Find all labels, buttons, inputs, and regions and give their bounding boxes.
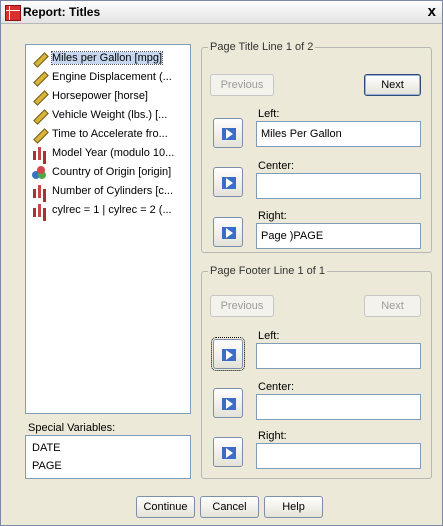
arrow-right-icon xyxy=(222,227,236,239)
variable-item-cylrec[interactable]: cylrec = 1 | cylrec = 2 (... xyxy=(32,203,172,219)
variable-item-mpg[interactable]: Miles per Gallon [mpg] xyxy=(32,51,164,67)
title-bar: Report: Titles x xyxy=(1,1,442,24)
title-center-move-button[interactable] xyxy=(213,167,243,197)
title-left-move-button[interactable] xyxy=(213,118,243,148)
footer-center-label: Center: xyxy=(258,381,295,393)
window-title: Report: Titles xyxy=(23,5,101,19)
special-variables-list[interactable]: DATE PAGE xyxy=(25,435,191,479)
variable-item-origin[interactable]: Country of Origin [origin] xyxy=(32,165,171,181)
variable-label: Country of Origin [origin] xyxy=(52,166,172,178)
scale-ruler-icon xyxy=(32,70,46,84)
variable-label: Time to Accelerate fro... xyxy=(52,128,168,140)
variable-list[interactable]: Miles per Gallon [mpg] Engine Displaceme… xyxy=(25,44,191,414)
title-left-input[interactable] xyxy=(256,121,421,147)
continue-button[interactable]: Continue xyxy=(136,496,195,518)
variable-label: Number of Cylinders [c... xyxy=(52,185,174,197)
variable-item-horse[interactable]: Horsepower [horse] xyxy=(32,89,148,105)
title-center-label: Center: xyxy=(258,160,295,172)
scale-ruler-icon xyxy=(32,89,46,103)
variable-label: Model Year (modulo 10... xyxy=(52,147,175,159)
variable-label: cylrec = 1 | cylrec = 2 (... xyxy=(52,204,172,216)
scale-ruler-icon xyxy=(32,108,46,122)
footer-left-move-button[interactable] xyxy=(211,337,245,371)
arrow-right-icon xyxy=(222,447,236,459)
footer-right-move-button[interactable] xyxy=(213,437,243,467)
variable-item-accel[interactable]: Time to Accelerate fro... xyxy=(32,127,168,143)
variable-label: Vehicle Weight (lbs.) [... xyxy=(52,109,168,121)
footer-left-label: Left: xyxy=(258,330,280,342)
title-next-button[interactable]: Next xyxy=(364,74,421,96)
variable-item-weight[interactable]: Vehicle Weight (lbs.) [... xyxy=(32,108,167,124)
close-icon[interactable]: x xyxy=(428,3,436,20)
help-button[interactable]: Help xyxy=(264,496,323,518)
footer-next-button[interactable]: Next xyxy=(364,295,421,317)
footer-previous-button[interactable]: Previous xyxy=(210,295,274,317)
scale-ruler-icon xyxy=(32,127,46,141)
title-previous-button[interactable]: Previous xyxy=(210,74,274,96)
arrow-right-icon xyxy=(222,398,236,410)
footer-center-move-button[interactable] xyxy=(213,388,243,418)
nominal-circles-icon xyxy=(32,165,46,179)
special-variables-label: Special Variables: xyxy=(28,422,116,434)
spss-table-icon xyxy=(5,5,21,21)
scale-ruler-icon xyxy=(32,51,46,65)
variable-label: Horsepower [horse] xyxy=(52,90,148,102)
arrow-right-icon xyxy=(222,177,236,189)
variable-label: Miles per Gallon [mpg] xyxy=(50,51,164,65)
page-title-legend: Page Title Line 1 of 2 xyxy=(210,41,314,53)
ordinal-bar-icon xyxy=(32,184,46,198)
ordinal-bar-icon xyxy=(32,203,46,217)
variable-item-year[interactable]: Model Year (modulo 10... xyxy=(32,146,174,162)
variable-item-cylinders[interactable]: Number of Cylinders [c... xyxy=(32,184,173,200)
footer-center-input[interactable] xyxy=(256,394,421,420)
ordinal-bar-icon xyxy=(32,146,46,160)
variable-label: Engine Displacement (... xyxy=(52,71,172,83)
title-right-label: Right: xyxy=(258,210,287,222)
footer-right-input[interactable] xyxy=(256,443,421,469)
title-left-label: Left: xyxy=(258,108,280,120)
title-right-move-button[interactable] xyxy=(213,217,243,247)
report-titles-dialog: Report: Titles x Miles per Gallon [mpg] … xyxy=(0,0,443,526)
page-footer-legend: Page Footer Line 1 of 1 xyxy=(210,265,325,277)
special-variable-date[interactable]: DATE xyxy=(32,442,61,454)
arrow-right-icon xyxy=(222,349,236,361)
footer-right-label: Right: xyxy=(258,430,287,442)
arrow-right-icon xyxy=(222,128,236,140)
title-center-input[interactable] xyxy=(256,173,421,199)
variable-item-engine[interactable]: Engine Displacement (... xyxy=(32,70,172,86)
title-right-input[interactable] xyxy=(256,223,421,249)
special-variable-page[interactable]: PAGE xyxy=(32,460,62,472)
footer-left-input[interactable] xyxy=(256,343,421,369)
cancel-button[interactable]: Cancel xyxy=(200,496,259,518)
